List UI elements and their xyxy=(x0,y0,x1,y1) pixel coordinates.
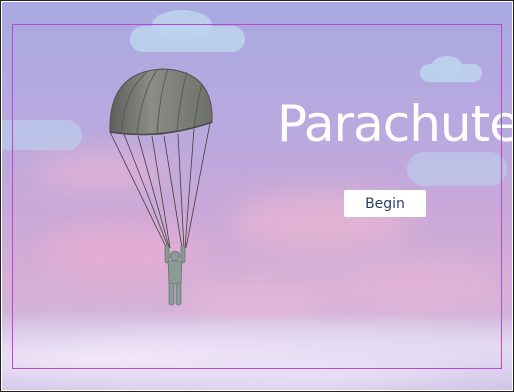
game-frame: Parachute Begin xyxy=(0,0,514,392)
parachute-canopy-icon xyxy=(109,68,213,306)
game-title: Parachute xyxy=(277,95,512,153)
cloud xyxy=(432,56,462,74)
parachutist-figure xyxy=(164,244,186,306)
begin-button[interactable]: Begin xyxy=(344,190,426,217)
bottom-cloud-layer xyxy=(2,310,512,390)
cloud xyxy=(407,152,507,186)
cloud xyxy=(2,120,82,150)
pink-cloud-haze xyxy=(332,262,502,312)
sky-background: Parachute Begin xyxy=(2,2,512,390)
cloud xyxy=(152,10,212,40)
